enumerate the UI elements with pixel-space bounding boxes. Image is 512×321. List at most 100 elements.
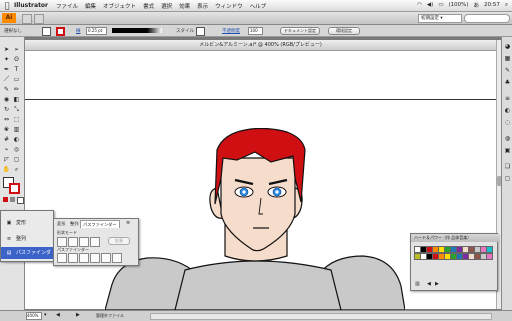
- prev-library-icon[interactable]: ◀: [427, 281, 431, 287]
- graphic-styles-panel-icon[interactable]: ▣: [504, 147, 511, 154]
- document-setup-button[interactable]: ドキュメント設定: [280, 27, 320, 35]
- rotate-tool-icon[interactable]: ↻: [2, 105, 11, 114]
- mesh-tool-icon[interactable]: #: [2, 135, 11, 144]
- brush-stroke-preview[interactable]: [112, 28, 162, 33]
- clock[interactable]: 20:57: [484, 2, 500, 8]
- none-mode-icon[interactable]: [17, 197, 24, 204]
- workspace-switcher[interactable]: 初期設定 ▾: [418, 14, 462, 23]
- merge-button[interactable]: [79, 253, 89, 263]
- swatch-chip[interactable]: [486, 253, 493, 260]
- divide-button[interactable]: [57, 253, 67, 263]
- gradient-panel-icon[interactable]: ◐: [504, 107, 511, 114]
- swatch-library-title[interactable]: ハード＆パワー（作 品体音楽）: [411, 234, 500, 242]
- fill-swatch[interactable]: [42, 27, 51, 36]
- preferences-button[interactable]: 環境設定: [328, 27, 360, 35]
- lasso-icon[interactable]: ʘ: [12, 55, 21, 64]
- width-tool-icon[interactable]: ⇔: [2, 115, 11, 124]
- pathfinder-panel-item[interactable]: ▤ パスファインダー: [1, 247, 53, 268]
- intersect-button[interactable]: [79, 237, 89, 247]
- panel-menu-icon[interactable]: ≡: [126, 220, 130, 226]
- swatch-library-menu-icon[interactable]: ▥: [415, 281, 420, 287]
- swatch-chip[interactable]: [486, 246, 493, 253]
- graphic-style-swatch[interactable]: [196, 27, 205, 36]
- eraser-icon[interactable]: ◧: [12, 95, 21, 104]
- stroke-swatch[interactable]: [56, 27, 65, 36]
- layers-panel-icon[interactable]: ❏: [504, 163, 511, 170]
- blend-tool-icon[interactable]: ◎: [12, 145, 21, 154]
- prev-artboard-icon[interactable]: ◀: [56, 312, 60, 318]
- menu-view[interactable]: 表示: [197, 2, 208, 10]
- menu-type[interactable]: 書式: [143, 2, 154, 10]
- symbols-panel-icon[interactable]: ♣: [504, 79, 511, 86]
- swatches-panel-icon[interactable]: ▦: [504, 55, 511, 62]
- appearance-panel-icon[interactable]: ◍: [504, 135, 511, 142]
- line-tool-icon[interactable]: ／: [2, 75, 11, 84]
- pen-tool-icon[interactable]: ✒: [2, 65, 11, 74]
- brushes-panel-icon[interactable]: ✎: [504, 67, 511, 74]
- symbol-sprayer-icon[interactable]: ❀: [2, 125, 11, 134]
- menu-object[interactable]: オブジェクト: [103, 2, 136, 10]
- menu-effect[interactable]: 効果: [179, 2, 190, 10]
- spotlight-icon[interactable]: ⌕: [505, 2, 508, 9]
- stroke-color-icon[interactable]: [9, 183, 20, 194]
- stroke-panel-icon[interactable]: ≡: [504, 95, 511, 102]
- align-panel-item[interactable]: ≡ 整列: [1, 233, 53, 245]
- opacity-field[interactable]: 100: [248, 27, 263, 35]
- rectangle-tool-icon[interactable]: ▭: [12, 75, 21, 84]
- menu-edit[interactable]: 編集: [85, 2, 96, 10]
- graph-tool-icon[interactable]: ▥: [12, 125, 21, 134]
- transparency-panel-icon[interactable]: ◌: [504, 119, 511, 126]
- next-library-icon[interactable]: ▶: [435, 281, 439, 287]
- minus-front-button[interactable]: [68, 237, 78, 247]
- minus-back-button[interactable]: [112, 253, 122, 263]
- status-info[interactable]: 管理外ファイル: [96, 313, 124, 319]
- trim-button[interactable]: [68, 253, 78, 263]
- free-transform-icon[interactable]: ⬚: [12, 115, 21, 124]
- battery-icon[interactable]: ▭: [438, 2, 443, 8]
- zoom-field[interactable]: 400%: [26, 312, 42, 320]
- outline-button[interactable]: [101, 253, 111, 263]
- search-input[interactable]: [464, 14, 510, 23]
- horizontal-scrollbar[interactable]: [150, 313, 492, 320]
- transform-panel-item[interactable]: ▣ 変形: [1, 217, 53, 229]
- document-title-bar[interactable]: メルビン&アルミーン.ai* @ 400% (RGB/プレビュー): [25, 40, 496, 51]
- volume-icon[interactable]: ◀): [427, 2, 433, 8]
- character-artwork[interactable]: [105, 128, 405, 310]
- hand-tool-icon[interactable]: ✋: [2, 165, 11, 174]
- expand-button[interactable]: 拡張: [108, 237, 130, 245]
- unite-button[interactable]: [57, 237, 67, 247]
- menu-select[interactable]: 選択: [161, 2, 172, 10]
- menu-window[interactable]: ウィンドウ: [215, 2, 243, 10]
- apple-menu-icon[interactable]: : [0, 1, 14, 10]
- stroke-link[interactable]: 線: [76, 28, 81, 34]
- crop-button[interactable]: [90, 253, 100, 263]
- gradient-mode-icon[interactable]: [10, 197, 15, 202]
- exclude-button[interactable]: [90, 237, 100, 247]
- gradient-tool-icon[interactable]: ◐: [12, 135, 21, 144]
- paintbrush-icon[interactable]: ✎: [2, 85, 11, 94]
- type-tool-icon[interactable]: T: [12, 65, 21, 74]
- menu-help[interactable]: ヘルプ: [250, 2, 267, 10]
- color-mode-icon[interactable]: [3, 197, 8, 202]
- selection-tool-icon[interactable]: ➤: [2, 45, 11, 54]
- blob-brush-icon[interactable]: ◉: [2, 95, 11, 104]
- next-artboard-icon[interactable]: ▶: [76, 312, 80, 318]
- scale-tool-icon[interactable]: ⤡: [12, 105, 21, 114]
- menu-file[interactable]: ファイル: [56, 2, 78, 10]
- stroke-weight-field[interactable]: 0.25 pt: [86, 27, 107, 35]
- tab-align[interactable]: 整列: [68, 220, 80, 227]
- arrange-documents-icon[interactable]: [34, 14, 44, 24]
- artboards-panel-icon[interactable]: ▢: [504, 175, 511, 182]
- slice-tool-icon[interactable]: ◸: [2, 155, 11, 164]
- direct-selection-tool-icon[interactable]: ➢: [12, 45, 21, 54]
- zoom-tool-icon[interactable]: ⌕: [12, 165, 21, 174]
- magic-wand-icon[interactable]: ✦: [2, 55, 11, 64]
- tab-transform[interactable]: 変形: [55, 220, 67, 227]
- color-panel-icon[interactable]: ◕: [504, 43, 511, 50]
- wifi-icon[interactable]: ◠: [417, 2, 422, 8]
- tab-pathfinder[interactable]: パスファインダー: [80, 220, 120, 228]
- artboard-tool-icon[interactable]: ▢: [12, 155, 21, 164]
- zoom-dropdown-icon[interactable]: ▾: [44, 312, 47, 318]
- opacity-link[interactable]: 不透明度: [222, 28, 240, 34]
- bridge-icon[interactable]: [22, 14, 32, 24]
